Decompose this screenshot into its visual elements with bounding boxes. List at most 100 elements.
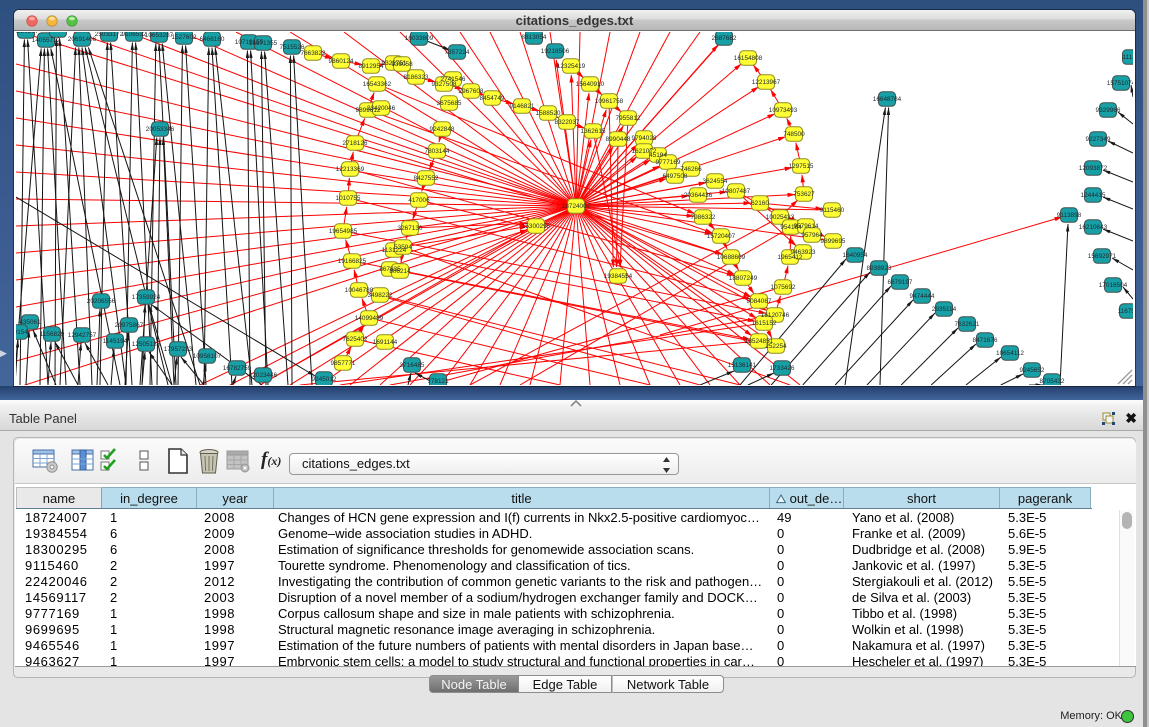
- svg-text:9113898: 9113898: [1057, 212, 1082, 219]
- svg-text:3624554: 3624554: [703, 178, 728, 185]
- svg-text:7803144: 7803144: [425, 148, 450, 155]
- svg-text:252254: 252254: [765, 343, 787, 350]
- svg-text:10973493: 10973493: [769, 107, 798, 114]
- svg-text:10653287: 10653287: [145, 32, 174, 39]
- svg-text:9860124: 9860124: [329, 58, 354, 65]
- svg-text:435061: 435061: [19, 319, 41, 326]
- svg-text:19654985: 19654985: [329, 228, 358, 235]
- svg-text:10958107: 10958107: [193, 353, 222, 360]
- svg-text:53594: 53594: [394, 244, 412, 251]
- svg-text:17957223: 17957223: [164, 346, 193, 353]
- svg-text:1010755: 1010755: [336, 195, 361, 202]
- svg-text:6466160: 6466160: [200, 36, 225, 43]
- svg-text:9242848: 9242848: [430, 126, 455, 133]
- svg-text:748500: 748500: [783, 131, 805, 138]
- svg-text:753627: 753627: [793, 191, 815, 198]
- svg-text:19166825: 19166825: [338, 258, 367, 265]
- svg-text:1362615: 1362615: [581, 128, 606, 135]
- svg-text:2967608: 2967608: [459, 88, 484, 95]
- svg-text:3716485: 3716485: [400, 362, 425, 369]
- svg-text:7955812: 7955812: [616, 115, 641, 122]
- svg-text:1145194: 1145194: [103, 338, 128, 345]
- svg-text:1615152: 1615152: [752, 320, 777, 327]
- svg-text:7986322: 7986322: [691, 214, 716, 221]
- svg-text:116753: 116753: [1118, 308, 1133, 315]
- svg-text:8220307: 8220307: [16, 32, 39, 35]
- svg-text:12325419: 12325419: [557, 63, 586, 70]
- svg-text:2935114: 2935114: [932, 306, 957, 313]
- svg-text:18724007: 18724007: [562, 203, 591, 210]
- svg-text:16154808: 16154808: [734, 55, 763, 62]
- svg-text:9106532: 9106532: [122, 32, 147, 38]
- svg-text:20691406: 20691406: [68, 36, 97, 43]
- svg-text:10654112: 10654112: [996, 350, 1024, 357]
- svg-text:12213967: 12213967: [752, 79, 781, 86]
- svg-text:9474444: 9474444: [910, 293, 935, 300]
- svg-text:18807249: 18807249: [729, 275, 758, 282]
- svg-text:6497508: 6497508: [663, 173, 688, 180]
- svg-text:9146821: 9146821: [510, 103, 535, 110]
- svg-text:3267130: 3267130: [398, 225, 423, 232]
- svg-text:19218506: 19218506: [541, 48, 570, 55]
- svg-text:9899695: 9899695: [821, 238, 846, 245]
- svg-text:8186323: 8186323: [404, 74, 429, 81]
- svg-text:17016504: 17016504: [1099, 282, 1128, 289]
- svg-text:9084067: 9084067: [747, 298, 772, 305]
- svg-text:10025433: 10025433: [766, 214, 795, 221]
- svg-text:25033172: 25033172: [95, 32, 124, 38]
- svg-text:10961758: 10961758: [595, 98, 624, 105]
- svg-text:936058: 936058: [391, 61, 413, 68]
- svg-text:16671355: 16671355: [249, 40, 278, 47]
- svg-text:20053346: 20053346: [146, 126, 175, 133]
- svg-text:16120746: 16120746: [761, 312, 790, 319]
- svg-text:10807487: 10807487: [722, 188, 751, 195]
- svg-text:9329966: 9329966: [1096, 107, 1121, 114]
- svg-text:8454749: 8454749: [480, 95, 505, 102]
- svg-text:2718126: 2718126: [343, 140, 368, 147]
- svg-text:11123: 11123: [1123, 54, 1133, 61]
- svg-text:1640954: 1640954: [843, 252, 868, 259]
- svg-text:806214: 806214: [389, 268, 411, 275]
- svg-text:3498222: 3498222: [368, 292, 393, 299]
- svg-text:8912954: 8912954: [359, 63, 384, 70]
- svg-text:9245012: 9245012: [312, 376, 337, 383]
- svg-text:417006: 417006: [408, 197, 430, 204]
- svg-text:7663822: 7663822: [301, 50, 326, 57]
- svg-text:16033809: 16033809: [405, 35, 434, 42]
- svg-text:1075692: 1075692: [771, 284, 796, 291]
- svg-text:7357224: 7357224: [445, 49, 470, 56]
- svg-text:39154: 39154: [16, 329, 28, 336]
- svg-text:7632621: 7632621: [955, 321, 980, 328]
- svg-text:16648784: 16648784: [873, 96, 902, 103]
- svg-text:9227349: 9227349: [1086, 136, 1111, 143]
- svg-text:19384554: 19384554: [604, 273, 633, 280]
- svg-text:9327508: 9327508: [432, 81, 457, 88]
- svg-text:10688609: 10688609: [717, 254, 746, 261]
- svg-text:12213369: 12213369: [336, 166, 365, 173]
- svg-text:8705432: 8705432: [1040, 378, 1065, 385]
- svg-text:746266: 746266: [680, 166, 702, 173]
- svg-text:1156829: 1156829: [40, 331, 65, 338]
- svg-text:9857771: 9857771: [331, 360, 356, 367]
- svg-text:17359924: 17359924: [132, 294, 161, 301]
- svg-text:8322037: 8322037: [555, 119, 580, 126]
- svg-text:15720407: 15720407: [707, 233, 736, 240]
- svg-text:23420046: 23420046: [367, 105, 396, 112]
- svg-text:14055712: 14055712: [32, 37, 61, 44]
- svg-text:12023446: 12023446: [249, 372, 278, 379]
- svg-text:16782759: 16782759: [223, 365, 252, 372]
- svg-text:8471676: 8471676: [973, 337, 998, 344]
- svg-text:62160: 62160: [751, 200, 769, 207]
- svg-text:12093872: 12093872: [1079, 165, 1108, 172]
- svg-text:1691144: 1691144: [373, 339, 398, 346]
- svg-text:14099489: 14099489: [355, 315, 384, 322]
- svg-text:15692971: 15692971: [1088, 253, 1117, 260]
- svg-text:9031525: 9031525: [46, 32, 71, 34]
- svg-text:9794028: 9794028: [632, 135, 657, 142]
- svg-text:8990448: 8990448: [606, 136, 631, 143]
- svg-text:8427552: 8427552: [414, 175, 439, 182]
- svg-text:3675685: 3675685: [437, 100, 462, 107]
- svg-text:20364436: 20364436: [684, 192, 713, 199]
- svg-text:16543362: 16543362: [363, 81, 392, 88]
- svg-text:1297515: 1297515: [789, 163, 814, 170]
